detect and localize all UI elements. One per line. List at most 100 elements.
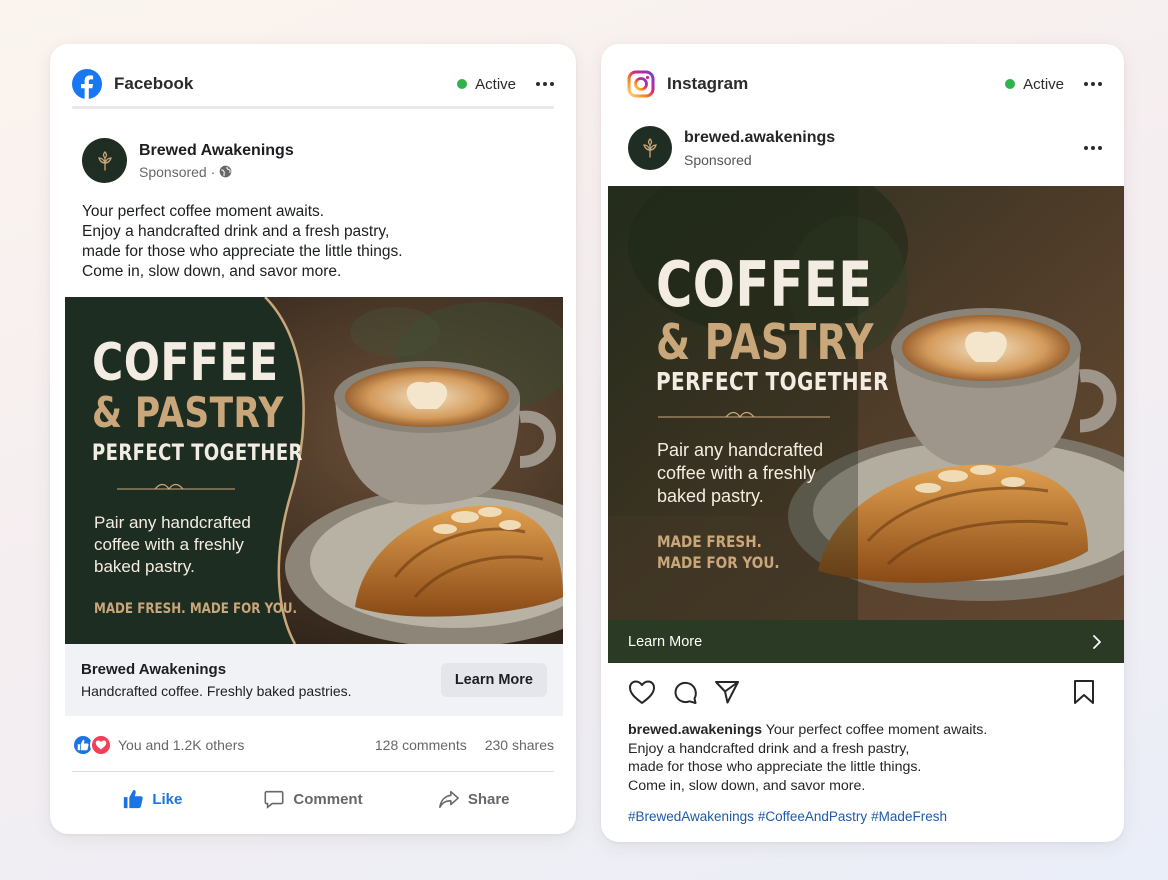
chevron-right-icon bbox=[1093, 634, 1101, 649]
dot-icon bbox=[550, 82, 554, 86]
facebook-ad-preview: Facebook Active Brewed Awakenings Sponso… bbox=[50, 44, 576, 834]
comment-icon[interactable] bbox=[672, 679, 698, 705]
status-label: Active bbox=[475, 75, 516, 93]
post-text: Your perfect coffee moment awaits. Enjoy… bbox=[82, 202, 522, 282]
more-options-button[interactable] bbox=[1084, 74, 1102, 94]
globe-icon bbox=[219, 165, 232, 178]
post-line: Your perfect coffee moment awaits. bbox=[82, 203, 325, 220]
ad-tagline: MADE FRESH. MADE FOR YOU. bbox=[657, 531, 780, 573]
facebook-platform-bar: Facebook Active bbox=[72, 60, 554, 108]
ad-headline-coffee: COFFEE bbox=[656, 248, 873, 321]
leaf-logo-icon bbox=[643, 138, 657, 158]
ad-body-text: Pair any handcrafted coffee with a fresh… bbox=[94, 512, 251, 578]
reactions-row: You and 1.2K others 128 comments 230 sha… bbox=[72, 732, 554, 758]
caption-line: Your perfect coffee moment awaits. bbox=[765, 722, 988, 738]
post-line: Enjoy a handcrafted drink and a fresh pa… bbox=[82, 223, 390, 240]
link-title: Brewed Awakenings bbox=[81, 661, 227, 678]
post-more-options-button[interactable] bbox=[1084, 138, 1102, 158]
ad-headline-pastry: & PASTRY bbox=[92, 388, 284, 437]
link-subtitle: Handcrafted coffee. Freshly baked pastri… bbox=[81, 683, 352, 699]
ad-body-line: baked pastry. bbox=[657, 486, 764, 506]
ad-body-line: Pair any handcrafted bbox=[94, 513, 251, 532]
account-avatar[interactable] bbox=[628, 126, 672, 170]
active-dot-icon bbox=[457, 79, 468, 89]
instagram-ad-preview: Instagram Active brewed.awakenings Spons… bbox=[601, 44, 1124, 842]
dot-icon bbox=[1098, 146, 1102, 150]
love-reaction-icon bbox=[90, 734, 112, 756]
dot-icon bbox=[1084, 82, 1088, 86]
send-icon[interactable] bbox=[714, 679, 740, 705]
dot-icon bbox=[536, 82, 540, 86]
sponsored-label: Sponsored · bbox=[139, 164, 294, 180]
share-icon bbox=[438, 790, 459, 809]
account-handle[interactable]: brewed.awakenings bbox=[684, 129, 835, 147]
ad-body-line: Pair any handcrafted bbox=[657, 440, 824, 460]
dot-icon bbox=[1084, 146, 1088, 150]
dot-icon bbox=[543, 82, 547, 86]
ad-body-line: baked pastry. bbox=[94, 557, 195, 576]
ad-tagline-line: MADE FRESH. bbox=[657, 532, 762, 551]
dot-icon bbox=[1091, 82, 1095, 86]
page-name[interactable]: Brewed Awakenings bbox=[139, 142, 294, 160]
more-options-button[interactable] bbox=[536, 74, 554, 94]
ad-headline-coffee: COFFEE bbox=[92, 333, 279, 393]
ad-body-text: Pair any handcrafted coffee with a fresh… bbox=[657, 439, 823, 508]
leaf-logo-icon bbox=[97, 150, 112, 171]
ad-headline-together: PERFECT TOGETHER bbox=[656, 367, 889, 396]
ad-headline-pastry: & PASTRY bbox=[656, 314, 874, 371]
platform-name: Facebook bbox=[114, 74, 194, 93]
ad-body-line: coffee with a freshly bbox=[657, 463, 816, 483]
comments-count[interactable]: 128 comments bbox=[375, 737, 467, 753]
post-line: Come in, slow down, and savor more. bbox=[82, 263, 342, 280]
reactions-count[interactable]: You and 1.2K others bbox=[118, 737, 244, 753]
post-actions bbox=[628, 678, 1096, 706]
comment-icon bbox=[264, 790, 284, 809]
learn-more-label: Learn More bbox=[628, 633, 703, 650]
ad-creative-image[interactable]: COFFEE & PASTRY PERFECT TOGETHER Pair an… bbox=[65, 297, 563, 644]
instagram-platform-bar: Instagram Active bbox=[627, 60, 1102, 108]
ad-headline-together: PERFECT TOGETHER bbox=[92, 441, 303, 466]
divider bbox=[72, 771, 554, 772]
post-line: made for those who appreciate the little… bbox=[82, 243, 403, 260]
active-dot-icon bbox=[1005, 79, 1016, 89]
status-indicator: Active bbox=[457, 76, 516, 93]
sponsored-text: Sponsored · bbox=[139, 163, 216, 180]
platform-name: Instagram bbox=[667, 74, 749, 93]
post-actions: Like Comment Share bbox=[72, 782, 554, 816]
hashtags: #BrewedAwakenings #CoffeeAndPastry #Made… bbox=[628, 809, 947, 824]
dot-icon bbox=[1098, 82, 1102, 86]
ad-tagline: MADE FRESH. MADE FOR YOU. bbox=[94, 601, 298, 617]
caption-line: Come in, slow down, and savor more. bbox=[628, 777, 866, 794]
facebook-logo-icon bbox=[72, 69, 102, 99]
learn-more-button[interactable]: Learn More bbox=[608, 620, 1124, 663]
comment-button[interactable]: Comment bbox=[233, 782, 394, 816]
like-button[interactable]: Like bbox=[72, 782, 233, 816]
share-label: Share bbox=[467, 790, 510, 808]
post-caption: brewed.awakenings Your perfect coffee mo… bbox=[628, 721, 1098, 795]
dot-icon bbox=[1091, 146, 1095, 150]
reaction-icons[interactable] bbox=[72, 734, 112, 756]
bookmark-icon[interactable] bbox=[1072, 679, 1096, 705]
like-label: Like bbox=[152, 790, 183, 808]
link-preview-bar[interactable]: Brewed Awakenings Handcrafted coffee. Fr… bbox=[65, 644, 563, 716]
comment-label: Comment bbox=[293, 790, 363, 808]
thumbs-up-icon bbox=[124, 789, 144, 809]
divider bbox=[72, 106, 554, 109]
post-header: Brewed Awakenings Sponsored · bbox=[82, 138, 294, 183]
caption-line: made for those who appreciate the little… bbox=[628, 759, 922, 775]
hashtag-link[interactable]: #MadeFresh bbox=[871, 809, 947, 824]
instagram-logo-icon bbox=[627, 70, 655, 98]
sponsored-label: Sponsored bbox=[684, 151, 752, 168]
share-button[interactable]: Share bbox=[393, 782, 554, 816]
heart-icon[interactable] bbox=[628, 679, 656, 705]
hashtag-link[interactable]: #CoffeeAndPastry bbox=[758, 809, 867, 824]
learn-more-button[interactable]: Learn More bbox=[440, 663, 547, 697]
ad-tagline-line: MADE FOR YOU. bbox=[657, 553, 780, 572]
shares-count[interactable]: 230 shares bbox=[485, 737, 554, 753]
page-avatar[interactable] bbox=[82, 138, 127, 183]
status-label: Active bbox=[1023, 75, 1064, 93]
caption-handle[interactable]: brewed.awakenings bbox=[628, 722, 762, 738]
ad-creative-image[interactable]: COFFEE & PASTRY PERFECT TOGETHER Pair an… bbox=[608, 186, 1124, 620]
caption-line: Enjoy a handcrafted drink and a fresh pa… bbox=[628, 740, 910, 757]
hashtag-link[interactable]: #BrewedAwakenings bbox=[628, 809, 754, 824]
